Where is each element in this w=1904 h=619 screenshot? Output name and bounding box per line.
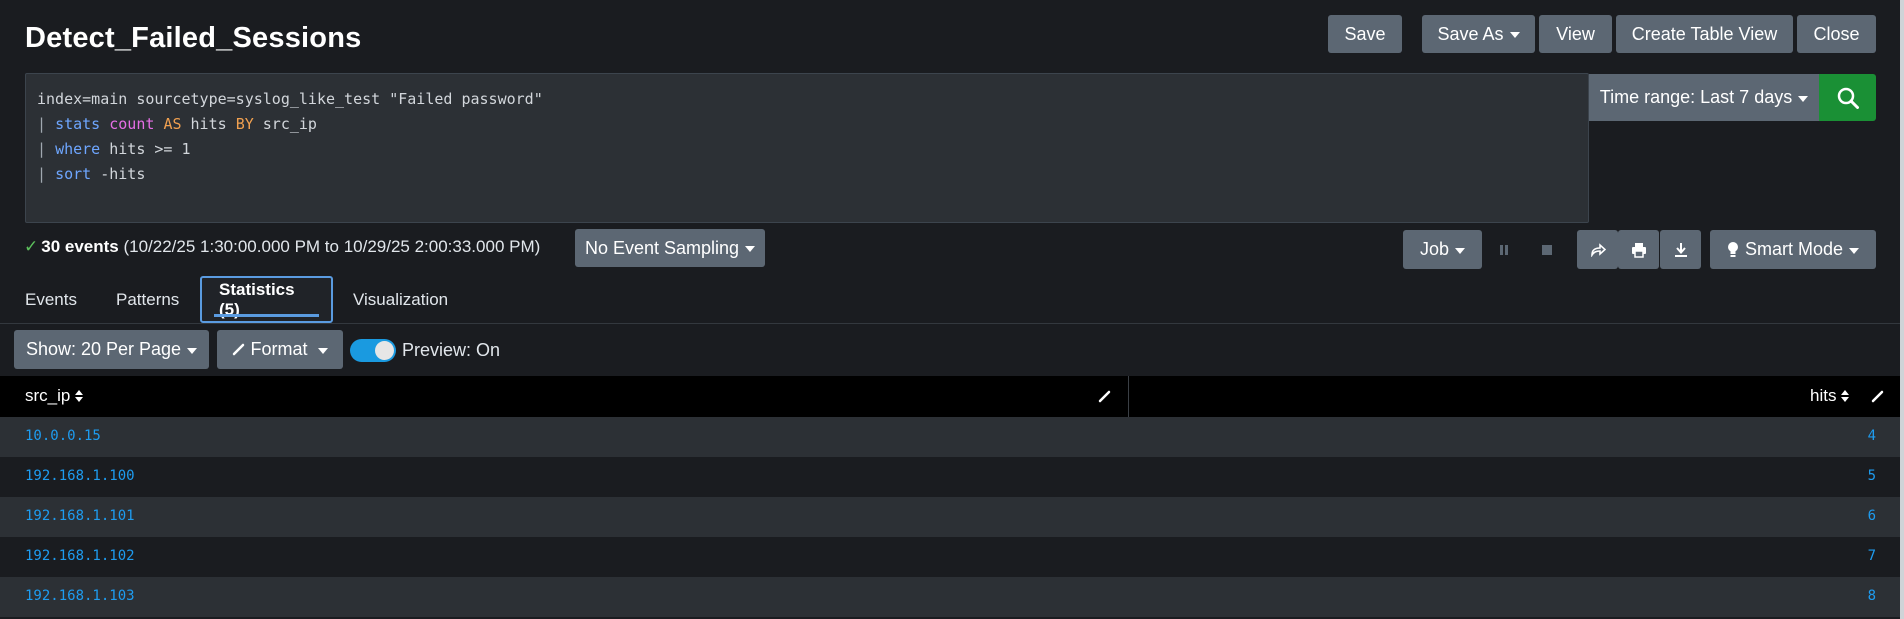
tab-statistics-label: Statistics (5) (219, 279, 295, 319)
table-row: 10.0.0.15 4 (0, 417, 1904, 457)
print-button[interactable] (1618, 230, 1659, 269)
query-line-2: | stats count AS hits BY src_ip (37, 115, 317, 133)
tab-patterns-label: Patterns (116, 289, 180, 309)
create-table-view-button[interactable]: Create Table View (1616, 15, 1793, 53)
search-mode-label: Smart Mode (1744, 239, 1844, 259)
search-icon (1837, 87, 1859, 109)
save-as-label: Save As (1437, 23, 1504, 44)
hits-cell[interactable]: 8 (1868, 588, 1876, 604)
time-range-label: Time range: Last 7 days (1599, 87, 1793, 107)
brush-icon[interactable] (1098, 390, 1111, 403)
query-line-1: index=main sourcetype=syslog_like_test "… (37, 90, 543, 108)
sort-icon (1841, 390, 1850, 402)
event-time-range: (10/22/25 1:30:00.000 PM to 10/29/25 2:0… (123, 237, 541, 256)
close-button-label: Close (1813, 23, 1860, 44)
save-button[interactable]: Save (1328, 15, 1402, 53)
view-button-label: View (1556, 23, 1595, 44)
search-button[interactable] (1819, 74, 1876, 121)
print-icon (1631, 242, 1646, 258)
preview-label: Preview: On (402, 340, 501, 360)
job-label: Job (1419, 239, 1450, 259)
table-row: 192.168.1.100 5 (0, 457, 1904, 497)
column-header-hits[interactable]: hits (1810, 386, 1850, 406)
column-header-label: hits (1810, 386, 1837, 405)
src-ip-cell[interactable]: 10.0.0.15 (25, 428, 101, 444)
check-icon: ✓ (24, 237, 39, 256)
column-header-src-ip[interactable]: src_ip (25, 386, 84, 406)
toggle-knob (375, 341, 394, 360)
page-size-dropdown[interactable]: Show: 20 Per Page (14, 330, 209, 369)
close-button[interactable]: Close (1797, 15, 1876, 53)
hits-cell[interactable]: 6 (1868, 508, 1876, 524)
job-dropdown[interactable]: Job (1403, 230, 1482, 269)
column-header-label: src_ip (25, 386, 71, 405)
chevron-down-icon (1509, 32, 1520, 38)
event-count: 30 events (41, 237, 119, 256)
hits-cell[interactable]: 5 (1868, 468, 1876, 484)
src-ip-cell[interactable]: 192.168.1.101 (25, 508, 135, 524)
hits-cell[interactable]: 4 (1868, 428, 1876, 444)
pause-button[interactable] (1486, 230, 1522, 269)
save-button-label: Save (1344, 23, 1386, 44)
search-query-editor[interactable]: index=main sourcetype=syslog_like_test "… (25, 73, 1589, 223)
src-ip-cell[interactable]: 192.168.1.103 (25, 588, 135, 604)
sort-icon (75, 390, 84, 402)
chevron-down-icon (1798, 95, 1809, 102)
src-ip-cell[interactable]: 192.168.1.102 (25, 548, 135, 564)
column-divider (1128, 376, 1129, 417)
results-tabs: Events Patterns Statistics (5) Visualiza… (0, 276, 1904, 324)
share-button[interactable] (1577, 230, 1618, 269)
brush-icon (233, 343, 245, 356)
lightbulb-icon (1727, 242, 1738, 257)
tab-visualization[interactable]: Visualization (353, 276, 448, 323)
page-title: Detect_Failed_Sessions (25, 22, 362, 54)
table-row: 192.168.1.103 8 (0, 577, 1904, 617)
format-label: Format (250, 339, 308, 359)
preview-toggle[interactable] (350, 339, 396, 362)
tab-patterns[interactable]: Patterns (116, 276, 179, 323)
download-icon (1674, 242, 1687, 257)
table-row: 192.168.1.102 7 (0, 537, 1904, 577)
stop-button[interactable] (1529, 230, 1565, 269)
tab-events-label: Events (25, 289, 77, 309)
chevron-down-icon (187, 347, 198, 354)
src-ip-cell[interactable]: 192.168.1.100 (25, 468, 135, 484)
table-row: 192.168.1.101 6 (0, 497, 1904, 537)
save-as-dropdown[interactable]: Save As (1422, 15, 1535, 53)
view-button[interactable]: View (1539, 15, 1612, 53)
query-line-4: | sort -hits (37, 165, 146, 183)
time-range-picker[interactable]: Time range: Last 7 days (1589, 74, 1819, 121)
table-header: src_ip hits (0, 376, 1904, 417)
search-mode-dropdown[interactable]: Smart Mode (1710, 230, 1876, 269)
chevron-down-icon (317, 347, 328, 354)
hits-cell[interactable]: 7 (1868, 548, 1876, 564)
pause-icon (1500, 244, 1508, 255)
format-dropdown[interactable]: Format (217, 330, 343, 369)
event-sampling-label: No Event Sampling (584, 237, 740, 258)
chevron-down-icon (745, 246, 756, 252)
page-size-label: Show: 20 Per Page (25, 339, 182, 359)
job-status: ✓ 30 events (10/22/25 1:30:00.000 PM to 1… (24, 237, 540, 257)
chevron-down-icon (1849, 247, 1860, 254)
tab-events[interactable]: Events (25, 276, 77, 323)
export-button[interactable] (1660, 230, 1701, 269)
event-sampling-dropdown[interactable]: No Event Sampling (575, 229, 765, 267)
query-line-3: | where hits >= 1 (37, 140, 191, 158)
tab-visualization-label: Visualization (353, 289, 449, 309)
tab-statistics[interactable]: Statistics (5) (200, 276, 333, 323)
create-table-view-label: Create Table View (1631, 23, 1778, 44)
share-icon (1590, 242, 1606, 257)
brush-icon[interactable] (1871, 390, 1884, 403)
stop-icon (1542, 244, 1552, 255)
chevron-down-icon (1455, 247, 1466, 254)
scrollbar[interactable] (1900, 0, 1904, 619)
